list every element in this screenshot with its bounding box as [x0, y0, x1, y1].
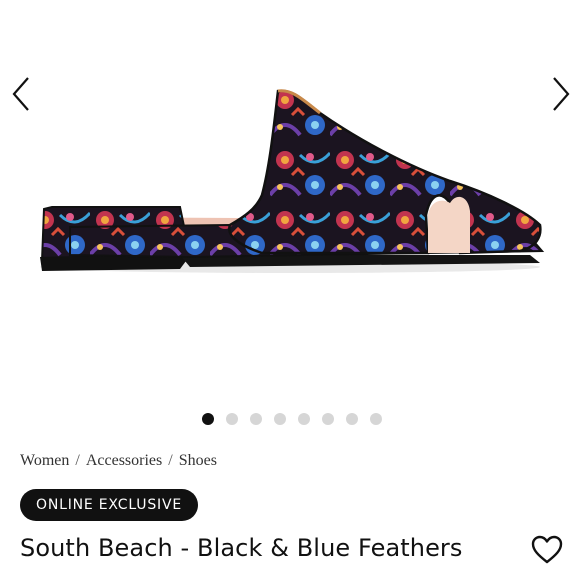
breadcrumb: Women / Accessories / Shoes	[20, 452, 217, 470]
add-to-wishlist-button[interactable]	[530, 533, 564, 567]
carousel-pagination	[0, 413, 580, 427]
breadcrumb-item-accessories[interactable]: Accessories	[86, 452, 162, 469]
breadcrumb-item-shoes[interactable]: Shoes	[179, 452, 217, 469]
carousel-dot[interactable]	[346, 413, 358, 425]
breadcrumb-separator: /	[75, 452, 80, 469]
next-image-button[interactable]	[544, 74, 574, 114]
product-image-carousel[interactable]	[0, 0, 580, 400]
carousel-dot[interactable]	[298, 413, 310, 425]
carousel-dot[interactable]	[370, 413, 382, 425]
heart-icon	[531, 535, 563, 564]
carousel-dot[interactable]	[274, 413, 286, 425]
product-title: South Beach - Black & Blue Feathers	[20, 534, 463, 562]
carousel-dot[interactable]	[322, 413, 334, 425]
chevron-right-icon	[553, 77, 570, 111]
carousel-dot[interactable]	[202, 413, 214, 425]
carousel-dot[interactable]	[226, 413, 238, 425]
product-image	[40, 89, 545, 273]
breadcrumb-item-women[interactable]: Women	[20, 452, 69, 469]
breadcrumb-separator: /	[168, 452, 173, 469]
carousel-dot[interactable]	[250, 413, 262, 425]
online-exclusive-badge: ONLINE EXCLUSIVE	[20, 489, 198, 521]
